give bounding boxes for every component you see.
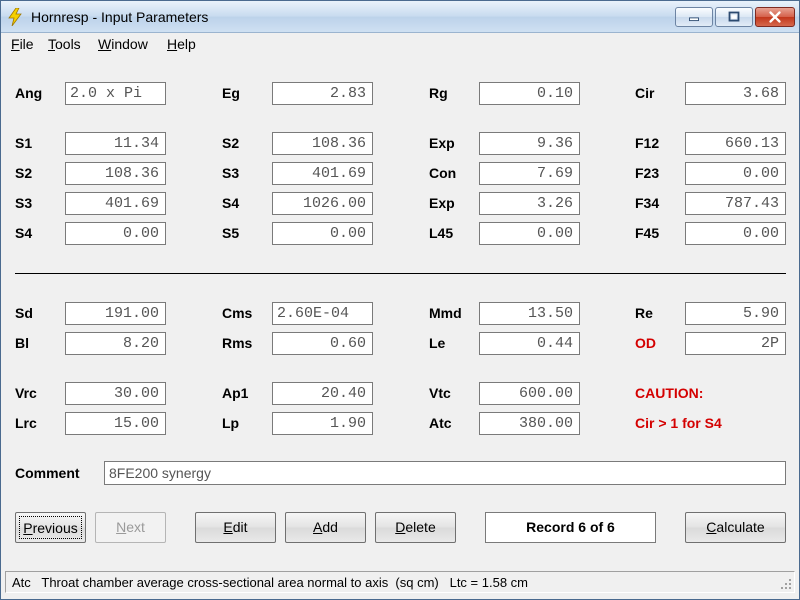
l45-field[interactable]: 0.00 [479, 222, 580, 245]
menu-help[interactable]: Help [167, 36, 196, 52]
maximize-icon [728, 11, 740, 22]
menu-bar: File Tools Window Help [1, 34, 799, 54]
s2-field[interactable]: 108.36 [65, 162, 166, 185]
re-field[interactable]: 5.90 [685, 302, 786, 325]
close-button[interactable] [755, 7, 795, 27]
focus-rectangle: Previous [19, 516, 82, 539]
s3-label: S3 [15, 195, 33, 211]
minimize-button[interactable] [675, 7, 713, 27]
f34-label: F34 [635, 195, 660, 211]
s5-field[interactable]: 0.00 [272, 222, 373, 245]
s4-field[interactable]: 0.00 [65, 222, 166, 245]
vrc-label: Vrc [15, 385, 37, 401]
calculate-button[interactable]: Calculate [685, 512, 786, 543]
s4-field[interactable]: 1026.00 [272, 192, 373, 215]
lp-label: Lp [222, 415, 240, 431]
sd-label: Sd [15, 305, 33, 321]
resize-grip-icon[interactable] [780, 578, 792, 590]
menu-window[interactable]: Window [98, 36, 148, 52]
caution-title: CAUTION: [635, 385, 704, 401]
f12-field[interactable]: 660.13 [685, 132, 786, 155]
menu-file[interactable]: File [11, 36, 34, 52]
cir-field[interactable]: 3.68 [685, 82, 786, 105]
ang-field[interactable]: 2.0 x Pi [65, 82, 166, 105]
cir-label: Cir [635, 85, 655, 101]
ang-label: Ang [15, 85, 43, 101]
rg-label: Rg [429, 85, 448, 101]
delete-button[interactable]: Delete [375, 512, 456, 543]
s2-label: S2 [222, 135, 240, 151]
s1-field[interactable]: 11.34 [65, 132, 166, 155]
menu-tools[interactable]: Tools [48, 36, 81, 52]
exp-field[interactable]: 9.36 [479, 132, 580, 155]
atc-label: Atc [429, 415, 452, 431]
s4-label: S4 [15, 225, 33, 241]
le-label: Le [429, 335, 446, 351]
s3-label: S3 [222, 165, 240, 181]
close-icon [769, 11, 781, 23]
s5-label: S5 [222, 225, 240, 241]
od-label: OD [635, 335, 656, 351]
s1-label: S1 [15, 135, 33, 151]
ap1-label: Ap1 [222, 385, 249, 401]
f23-label: F23 [635, 165, 660, 181]
exp-label: Exp [429, 195, 455, 211]
ap1-field[interactable]: 20.40 [272, 382, 373, 405]
window-title: Hornresp - Input Parameters [31, 9, 209, 25]
f45-label: F45 [635, 225, 660, 241]
exp-label: Exp [429, 135, 455, 151]
rms-label: Rms [222, 335, 253, 351]
lrc-field[interactable]: 15.00 [65, 412, 166, 435]
f45-field[interactable]: 0.00 [685, 222, 786, 245]
record-indicator: Record 6 of 6 [485, 512, 656, 543]
lp-field[interactable]: 1.90 [272, 412, 373, 435]
section-divider [15, 273, 786, 274]
mmd-label: Mmd [429, 305, 462, 321]
s3-field[interactable]: 401.69 [272, 162, 373, 185]
eg-field[interactable]: 2.83 [272, 82, 373, 105]
le-field[interactable]: 0.44 [479, 332, 580, 355]
vtc-field[interactable]: 600.00 [479, 382, 580, 405]
caution-message: Cir > 1 for S4 [635, 415, 722, 431]
cms-label: Cms [222, 305, 253, 321]
s3-field[interactable]: 401.69 [65, 192, 166, 215]
mmd-field[interactable]: 13.50 [479, 302, 580, 325]
vrc-field[interactable]: 30.00 [65, 382, 166, 405]
status-text: Atc Throat chamber average cross-section… [12, 575, 528, 590]
rms-field[interactable]: 0.60 [272, 332, 373, 355]
edit-button[interactable]: Edit [195, 512, 276, 543]
minimize-icon [689, 17, 699, 22]
hornresp-window: Hornresp - Input Parameters File Tools W… [0, 0, 800, 600]
con-label: Con [429, 165, 457, 181]
vtc-label: Vtc [429, 385, 451, 401]
previous-button[interactable]: Previous [15, 512, 86, 543]
title-bar[interactable]: Hornresp - Input Parameters [1, 1, 799, 33]
s4-label: S4 [222, 195, 240, 211]
next-button[interactable]: Next [95, 512, 166, 543]
cms-field[interactable]: 2.60E-04 [272, 302, 373, 325]
exp-field[interactable]: 3.26 [479, 192, 580, 215]
bl-field[interactable]: 8.20 [65, 332, 166, 355]
f12-label: F12 [635, 135, 660, 151]
maximize-button[interactable] [715, 7, 753, 27]
comment-field[interactable]: 8FE200 synergy [104, 461, 786, 485]
rg-field[interactable]: 0.10 [479, 82, 580, 105]
status-bar: Atc Throat chamber average cross-section… [5, 571, 795, 593]
add-button[interactable]: Add [285, 512, 366, 543]
f34-field[interactable]: 787.43 [685, 192, 786, 215]
s2-label: S2 [15, 165, 33, 181]
sd-field[interactable]: 191.00 [65, 302, 166, 325]
eg-label: Eg [222, 85, 240, 101]
con-field[interactable]: 7.69 [479, 162, 580, 185]
bl-label: Bl [15, 335, 29, 351]
atc-field[interactable]: 380.00 [479, 412, 580, 435]
od-field[interactable]: 2P [685, 332, 786, 355]
f23-field[interactable]: 0.00 [685, 162, 786, 185]
lightning-icon [8, 8, 22, 26]
lrc-label: Lrc [15, 415, 37, 431]
comment-label: Comment [15, 465, 80, 481]
re-label: Re [635, 305, 653, 321]
l45-label: L45 [429, 225, 454, 241]
s2-field[interactable]: 108.36 [272, 132, 373, 155]
